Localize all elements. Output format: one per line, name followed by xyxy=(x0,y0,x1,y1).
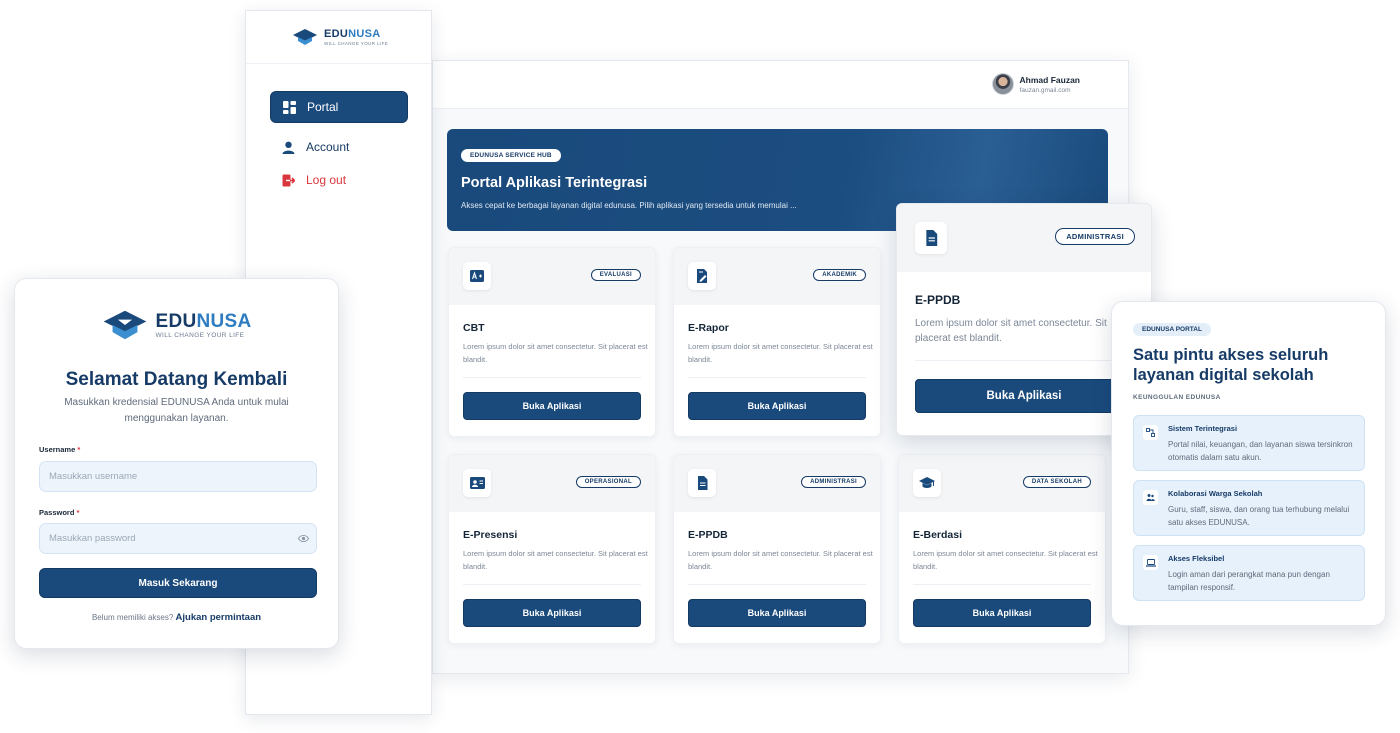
app-card-epresensi: OPERASIONAL E-Presensi Lorem ipsum dolor… xyxy=(448,454,656,644)
divider xyxy=(915,360,1133,361)
avatar xyxy=(991,73,1014,95)
app-name: E-Rapor xyxy=(688,322,729,334)
app-description: Lorem ipsum dolor sit amet consectetur. … xyxy=(688,549,873,571)
open-app-button[interactable]: Buka Aplikasi xyxy=(688,599,866,627)
logout-icon xyxy=(282,174,295,186)
brand-tagline: WILL CHANGE YOUR LIFE xyxy=(155,331,245,339)
logo-mark-icon xyxy=(104,310,147,340)
feature-title: Sistem Terintegrasi xyxy=(1168,424,1238,433)
sidebar-item-label: Portal xyxy=(307,100,339,114)
user-icon xyxy=(282,141,295,154)
app-card-cbt: EVALUASI CBT Lorem ipsum dolor sit amet … xyxy=(448,247,656,437)
exam-grade-icon xyxy=(463,262,491,290)
app-description: Lorem ipsum dolor sit amet consectetur. … xyxy=(688,342,873,364)
brand-name-part1: EDU xyxy=(155,310,197,332)
divider xyxy=(463,584,641,585)
feature-title: Akses Fleksibel xyxy=(1168,554,1225,563)
user-email: fauzan.gmail.com xyxy=(1019,86,1071,94)
grid-icon xyxy=(283,100,296,114)
sidebar-item-account[interactable]: Account xyxy=(270,131,408,163)
feature-description: Guru, staff, siswa, dan orang tua terhub… xyxy=(1168,505,1350,527)
app-card-eppdb: ADMINISTRASI E-PPDB Lorem ipsum dolor si… xyxy=(673,454,881,644)
sidebar-item-label: Log out xyxy=(306,173,347,187)
brand-name-part2: NUSA xyxy=(196,310,252,332)
hero-subtitle: Akses cepat ke berbagai layanan digital … xyxy=(461,201,797,210)
app-description: Lorem ipsum dolor sit amet consectetur. … xyxy=(463,549,648,571)
app-category-badge: AKADEMIK xyxy=(813,269,866,281)
info-kicker: KEUNGGULAN EDUNUSA xyxy=(1133,394,1221,401)
feature-item: Akses Fleksibel Login aman dari perangka… xyxy=(1133,545,1365,601)
login-card: EDUNUSA WILL CHANGE YOUR LIFE Selamat Da… xyxy=(14,278,339,649)
brand-logo: EDUNUSA WILL CHANGE YOUR LIFE xyxy=(292,28,388,46)
graduation-cap-icon xyxy=(913,469,941,497)
open-app-button[interactable]: Buka Aplikasi xyxy=(913,599,1091,627)
open-app-button[interactable]: Buka Aplikasi xyxy=(915,379,1133,413)
username-input[interactable]: Masukkan username xyxy=(39,461,317,492)
topbar: Ahmad Fauzan fauzan.gmail.com xyxy=(433,61,1128,109)
app-category-badge: OPERASIONAL xyxy=(575,476,641,488)
username-label: Username * xyxy=(39,445,81,454)
app-name: E-Presensi xyxy=(463,529,518,541)
feature-description: Login aman dari perangkat mana pun denga… xyxy=(1168,570,1330,592)
app-category-badge: DATA SEKOLAH xyxy=(1022,476,1091,488)
sidebar-divider xyxy=(246,63,431,64)
document-icon xyxy=(688,469,716,497)
user-name: Ahmad Fauzan xyxy=(1019,74,1080,85)
app-category-badge: EVALUASI xyxy=(590,269,641,281)
app-name: E-Berdasi xyxy=(913,529,963,541)
app-description: Lorem ipsum dolor sit amet consectetur. … xyxy=(463,342,648,364)
app-description: Lorem ipsum dolor sit amet consectetur. … xyxy=(915,318,1107,344)
request-access-link[interactable]: Ajukan permintaan xyxy=(176,612,262,623)
app-card-eberdasi: DATA SEKOLAH E-Berdasi Lorem ipsum dolor… xyxy=(898,454,1106,644)
brand-name-part1: EDU xyxy=(324,27,349,40)
app-name: CBT xyxy=(463,322,485,334)
login-submit-button[interactable]: Masuk Sekarang xyxy=(39,568,317,598)
app-category-badge: ADMINISTRASI xyxy=(801,476,866,488)
app-card-erapor: AKADEMIK E-Rapor Lorem ipsum dolor sit a… xyxy=(673,247,881,437)
sidebar-item-logout[interactable]: Log out xyxy=(270,164,408,196)
info-badge: EDUNUSA PORTAL xyxy=(1133,323,1211,336)
id-card-icon xyxy=(463,469,491,497)
username-placeholder: Masukkan username xyxy=(49,471,138,482)
app-category-badge: ADMINISTRASI xyxy=(1055,228,1135,245)
sidebar-item-label: Account xyxy=(306,140,350,154)
report-edit-icon xyxy=(688,262,716,290)
feature-title: Kolaborasi Warga Sekolah xyxy=(1168,489,1263,498)
app-name: E-PPDB xyxy=(915,293,961,307)
open-app-button[interactable]: Buka Aplikasi xyxy=(463,392,641,420)
logo-mark-icon xyxy=(293,29,317,45)
eye-icon[interactable] xyxy=(298,533,309,544)
document-icon xyxy=(915,222,947,254)
divider xyxy=(463,377,641,378)
info-card: EDUNUSA PORTAL Satu pintu akses seluruh … xyxy=(1111,301,1386,626)
hero-title: Portal Aplikasi Terintegrasi xyxy=(461,175,648,191)
open-app-button[interactable]: Buka Aplikasi xyxy=(463,599,641,627)
laptop-icon xyxy=(1143,555,1158,570)
app-description: Lorem ipsum dolor sit amet consectetur. … xyxy=(913,549,1098,571)
feature-item: Kolaborasi Warga Sekolah Guru, staff, si… xyxy=(1133,480,1365,536)
integration-icon xyxy=(1143,425,1158,440)
feature-item: Sistem Terintegrasi Portal nilai, keuang… xyxy=(1133,415,1365,471)
hero-badge: EDUNUSA SERVICE HUB xyxy=(461,149,561,162)
password-label: Password * xyxy=(39,508,80,517)
login-footer: Belum memiliki akses? Ajukan permintaan xyxy=(15,612,338,623)
divider xyxy=(688,584,866,585)
password-input[interactable]: Masukkan password xyxy=(39,523,317,554)
app-name: E-PPDB xyxy=(688,529,728,541)
divider xyxy=(688,377,866,378)
sidebar-item-portal[interactable]: Portal xyxy=(270,91,408,123)
footer-text: Belum memiliki akses? xyxy=(91,613,174,622)
people-icon xyxy=(1143,490,1158,505)
brand-tagline: WILL CHANGE YOUR LIFE xyxy=(324,40,389,46)
divider xyxy=(913,584,1091,585)
brand-name-part2: NUSA xyxy=(348,27,381,40)
password-placeholder: Masukkan password xyxy=(49,533,136,544)
open-app-button[interactable]: Buka Aplikasi xyxy=(688,392,866,420)
login-subtitle: Masukkan kredensial EDUNUSA Anda untuk m… xyxy=(64,397,289,424)
brand-logo: EDUNUSA WILL CHANGE YOUR LIFE xyxy=(15,309,338,341)
feature-description: Portal nilai, keuangan, dan layanan sisw… xyxy=(1168,440,1353,462)
user-menu[interactable]: Ahmad Fauzan fauzan.gmail.com xyxy=(991,73,1080,95)
info-title: Satu pintu akses seluruh layanan digital… xyxy=(1133,346,1329,384)
login-title: Selamat Datang Kembali xyxy=(65,369,288,390)
